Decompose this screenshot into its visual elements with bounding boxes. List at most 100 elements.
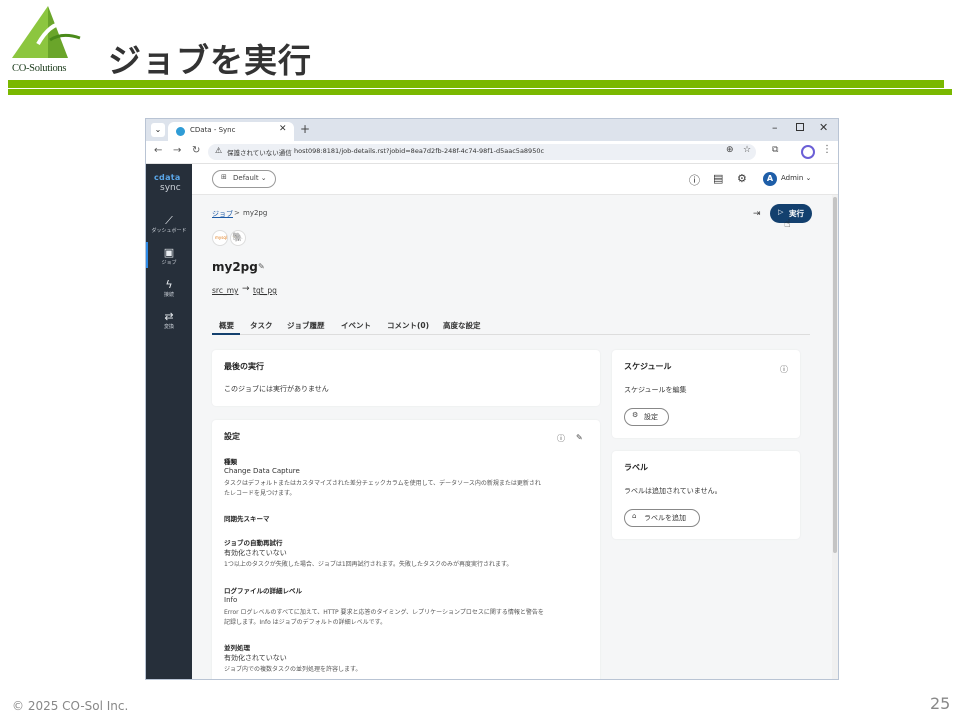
type-value: Change Data Capture: [224, 467, 300, 475]
help-icon[interactable]: ⓘ: [557, 433, 565, 444]
type-description-1: タスクはデフォルトまたはカスタマイズされた差分チェックカラムを使用して、データソ…: [224, 480, 541, 487]
breadcrumb-jobs-link[interactable]: ジョブ: [212, 209, 233, 219]
retry-value: 有効化されていない: [224, 549, 287, 557]
breadcrumb-separator: >: [234, 209, 240, 217]
type-description-2: たレコードを見つけます。: [224, 490, 296, 497]
schedule-button-label: 設定: [644, 413, 658, 421]
window-close-icon[interactable]: ✕: [819, 121, 828, 134]
target-connection-link[interactable]: tgt_pg: [253, 286, 277, 295]
tab-comments[interactable]: コメント(0): [387, 320, 429, 331]
warning-icon[interactable]: ⚠: [215, 146, 222, 155]
minimize-icon[interactable]: –: [772, 121, 778, 134]
schedule-settings-button[interactable]: ⚙ 設定: [624, 408, 669, 426]
workspace-label: Default ⌄: [233, 174, 267, 182]
help-icon[interactable]: ⓘ: [689, 172, 700, 188]
last-run-text: このジョブには実行がありません: [224, 385, 329, 393]
forward-icon[interactable]: →: [173, 145, 181, 156]
sidebar-item-label: 変換: [163, 324, 174, 330]
export-icon[interactable]: ⇥: [753, 209, 761, 219]
schedule-card: スケジュール ⓘ スケジュールを編集 ⚙ 設定: [612, 350, 800, 438]
help-icon[interactable]: ⓘ: [780, 364, 788, 375]
sidebar-item-dashboard[interactable]: ⟋ ダッシュボード: [146, 214, 192, 235]
labels-title: ラベル: [624, 463, 648, 472]
settings-card: 設定 ⓘ ✎ 種類 Change Data Capture タスクはデフォルトま…: [212, 420, 600, 679]
scrollbar-thumb[interactable]: [833, 197, 837, 553]
sidebar-item-connections[interactable]: ϟ 接続: [146, 278, 192, 299]
log-label: ログファイルの詳細レベル: [224, 587, 302, 595]
tab-close-icon[interactable]: ✕: [279, 124, 287, 134]
maximize-icon[interactable]: [796, 123, 804, 131]
address-bar-row: ← → ↻ ⚠ 保護されていない通信 host098:8181/job-deta…: [146, 141, 838, 164]
settings-title: 設定: [224, 432, 240, 441]
edit-settings-icon[interactable]: ✎: [576, 433, 583, 442]
last-run-title: 最後の実行: [224, 362, 264, 371]
tab-tasks[interactable]: タスク: [250, 320, 273, 331]
parallel-label: 並列処理: [224, 644, 250, 652]
insecure-label[interactable]: 保護されていない通信: [227, 147, 292, 157]
title-underline: [8, 80, 944, 88]
log-value: Info: [224, 596, 238, 604]
tab-advanced[interactable]: 高度な設定: [443, 320, 481, 331]
back-icon[interactable]: ←: [154, 145, 162, 156]
app-topbar: ⊞ Default ⌄ ⓘ ▤ ⚙ A Admin ⌄: [192, 164, 838, 195]
breadcrumb-current: my2pg: [243, 209, 268, 217]
sidebar-item-label: 接続: [163, 292, 174, 298]
settings-gear-icon[interactable]: ⚙: [737, 172, 747, 185]
tab-title: CData - Sync: [190, 126, 236, 134]
mouse-cursor-icon: ☝: [784, 217, 791, 230]
tab-events[interactable]: イベント: [341, 320, 371, 331]
edit-name-icon[interactable]: ✎: [258, 262, 265, 271]
co-solutions-logo: CO-Solutions: [10, 6, 92, 78]
briefcase-icon: ▣: [163, 246, 175, 259]
run-button-label: 実行: [789, 209, 804, 218]
docs-icon[interactable]: ▤: [713, 172, 723, 185]
log-description-1: Error ログレベルのすべてに加えて、HTTP 要求と応答のタイミング、レプリ…: [224, 609, 544, 616]
tab-bar: ⌄ CData - Sync ✕ + – ✕: [146, 119, 838, 141]
transform-icon: ⇄: [164, 310, 174, 323]
browser-menu-icon[interactable]: ⋮: [822, 144, 832, 155]
cdata-sync-app: cdata sync ⟋ ダッシュボード ▣ ジョブ ϟ 接続 ⇄ 変換 ⊞ D…: [146, 164, 838, 679]
reload-icon[interactable]: ↻: [192, 145, 200, 156]
bookmark-star-icon[interactable]: ☆: [743, 145, 751, 155]
avatar[interactable]: A: [763, 172, 777, 186]
retry-label: ジョブの自動再試行: [224, 539, 283, 547]
extensions-icon[interactable]: ⧉: [772, 145, 778, 155]
title-underline-2: [8, 89, 952, 95]
profile-icon[interactable]: [801, 145, 815, 159]
type-label: 種類: [224, 458, 237, 466]
tab-job-history[interactable]: ジョブ履歴: [287, 320, 325, 331]
sidebar-item-jobs[interactable]: ▣ ジョブ: [146, 246, 192, 267]
browser-tab[interactable]: CData - Sync ✕: [168, 122, 294, 141]
parallel-description: ジョブ内での複数タスクの並列処理を許容します。: [224, 666, 362, 673]
workspace-selector[interactable]: ⊞ Default ⌄: [212, 170, 276, 188]
page-number: 25: [930, 694, 951, 713]
add-label-button[interactable]: ⌂ ラベルを追加: [624, 509, 700, 527]
url-field[interactable]: ⚠ 保護されていない通信 host098:8181/job-details.rs…: [208, 144, 756, 160]
retry-description: 1つ以上のタスクが失敗した場合、ジョブは1回再試行されます。失敗したタスクのみが…: [224, 561, 513, 568]
zoom-icon[interactable]: ⊕: [726, 145, 734, 155]
cdata-favicon-icon: [176, 127, 185, 136]
sidebar-item-label: ジョブ: [161, 260, 177, 266]
schedule-text: スケジュールを編集: [624, 386, 687, 394]
brand-logo: cdata: [154, 173, 181, 182]
new-tab-icon[interactable]: +: [300, 122, 310, 136]
tab-search-icon[interactable]: ⌄: [151, 123, 165, 137]
sidebar: cdata sync ⟋ ダッシュボード ▣ ジョブ ϟ 接続 ⇄ 変換: [146, 164, 192, 679]
log-description-2: 記録します。Info はジョブのデフォルトの詳細レベルです。: [224, 619, 387, 626]
tab-overview[interactable]: 概要: [219, 320, 234, 331]
tag-icon: ⌂: [632, 512, 637, 520]
url-text[interactable]: host098:8181/job-details.rst?jobid=8ea7d…: [294, 147, 544, 155]
labels-text: ラベルは追加されていません。: [624, 487, 722, 495]
run-button[interactable]: ▷ 実行: [770, 204, 812, 223]
active-tab-indicator: [212, 333, 240, 335]
main-content: ジョブ > my2pg ⇥ ▷ 実行 ☝ mysql 🐘 my2pg ✎ src…: [192, 195, 832, 679]
copyright: © 2025 CO-Sol Inc.: [12, 699, 129, 713]
browser-window: ⌄ CData - Sync ✕ + – ✕ ← → ↻ ⚠ 保護されていない通…: [145, 118, 839, 680]
logo-text: CO-Solutions: [12, 63, 67, 74]
sidebar-item-transform[interactable]: ⇄ 変換: [146, 310, 192, 331]
schema-label: 同期先スキーマ: [224, 515, 270, 523]
parallel-value: 有効化されていない: [224, 654, 287, 662]
source-connection-link[interactable]: src_my: [212, 286, 238, 295]
add-label-button-label: ラベルを追加: [644, 514, 686, 522]
user-menu[interactable]: Admin ⌄: [781, 174, 811, 182]
